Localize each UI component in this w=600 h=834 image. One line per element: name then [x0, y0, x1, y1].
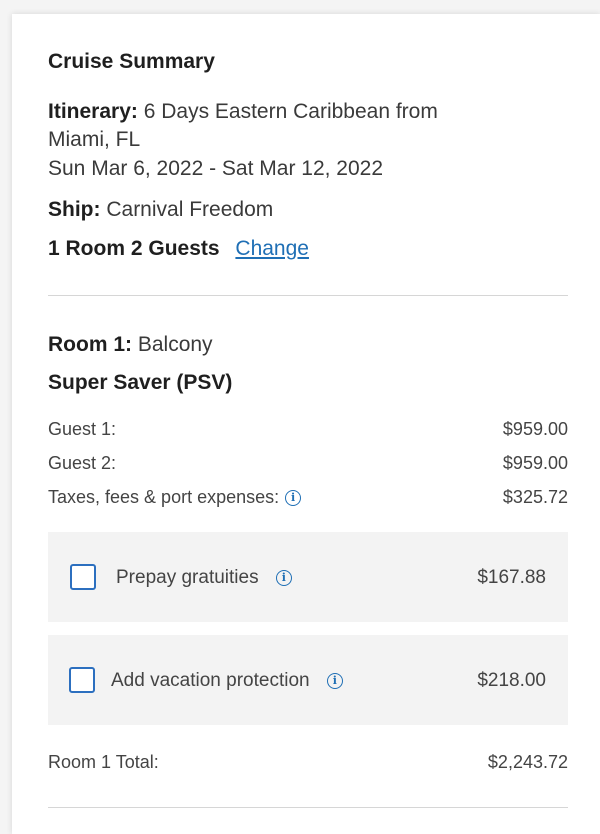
ship-value: Carnival Freedom [106, 198, 274, 221]
info-icon[interactable]: i [275, 569, 292, 586]
addon-label-group: Add vacation protection i [111, 669, 343, 693]
addon-label: Add vacation protection [111, 670, 310, 691]
price-row-taxes: Taxes, fees & port expenses: i $325.72 [48, 485, 568, 509]
ship-line: Ship: Carnival Freedom [48, 196, 273, 224]
itinerary-line: Itinerary: 6 Days Eastern Caribbean from [48, 98, 438, 126]
addon-prepay-gratuities: Prepay gratuities i $167.88 [48, 532, 568, 622]
addon-label: Prepay gratuities [116, 567, 259, 588]
price-row-value: $325.72 [502, 487, 568, 507]
addon-vacation-protection: Add vacation protection i $218.00 [48, 635, 568, 725]
prepay-gratuities-checkbox[interactable] [70, 564, 96, 590]
summary-title: Cruise Summary [48, 50, 215, 73]
price-row-guest-1: Guest 1: $959.00 [48, 417, 568, 441]
cruise-summary-card: Cruise Summary Itinerary: 6 Days Eastern… [12, 14, 600, 834]
room-line: Room 1: Balcony [48, 331, 213, 359]
price-row-label: Taxes, fees & port expenses: [48, 487, 280, 507]
addon-label-group: Prepay gratuities i [116, 566, 292, 590]
fare-name: Super Saver (PSV) [48, 371, 233, 394]
taxes-label-group: Taxes, fees & port expenses: i [48, 485, 302, 509]
vacation-protection-checkbox[interactable] [69, 667, 95, 693]
room-total-label: Room 1 Total: [48, 752, 159, 772]
info-icon[interactable]: i [326, 672, 343, 689]
rooms-guests-line: 1 Room 2 Guests Change [48, 235, 309, 263]
room-total-row: Room 1 Total: $2,243.72 [48, 750, 568, 774]
info-icon[interactable]: i [285, 490, 302, 507]
price-row-value: $959.00 [502, 453, 568, 473]
sailing-dates: Sun Mar 6, 2022 - Sat Mar 12, 2022 [48, 157, 384, 180]
section-divider [48, 807, 568, 808]
itinerary-value-line1: 6 Days Eastern Caribbean from [143, 100, 438, 123]
ship-label: Ship: [48, 198, 101, 221]
price-row-guest-2: Guest 2: $959.00 [48, 451, 568, 475]
price-row-label: Guest 2: [48, 453, 117, 473]
price-row-value: $959.00 [502, 419, 568, 439]
rooms-guests-count: 1 Room 2 Guests [48, 237, 220, 260]
addon-price: $167.88 [477, 567, 546, 588]
price-row-label: Guest 1: [48, 419, 117, 439]
itinerary-value-line2: Miami, FL [48, 128, 141, 151]
addon-price: $218.00 [477, 670, 546, 691]
room-type: Balcony [137, 333, 213, 356]
room-label: Room 1: [48, 333, 132, 356]
section-divider [48, 295, 568, 296]
room-total-value: $2,243.72 [487, 752, 568, 772]
itinerary-label: Itinerary: [48, 100, 138, 123]
change-link[interactable]: Change [235, 237, 309, 260]
